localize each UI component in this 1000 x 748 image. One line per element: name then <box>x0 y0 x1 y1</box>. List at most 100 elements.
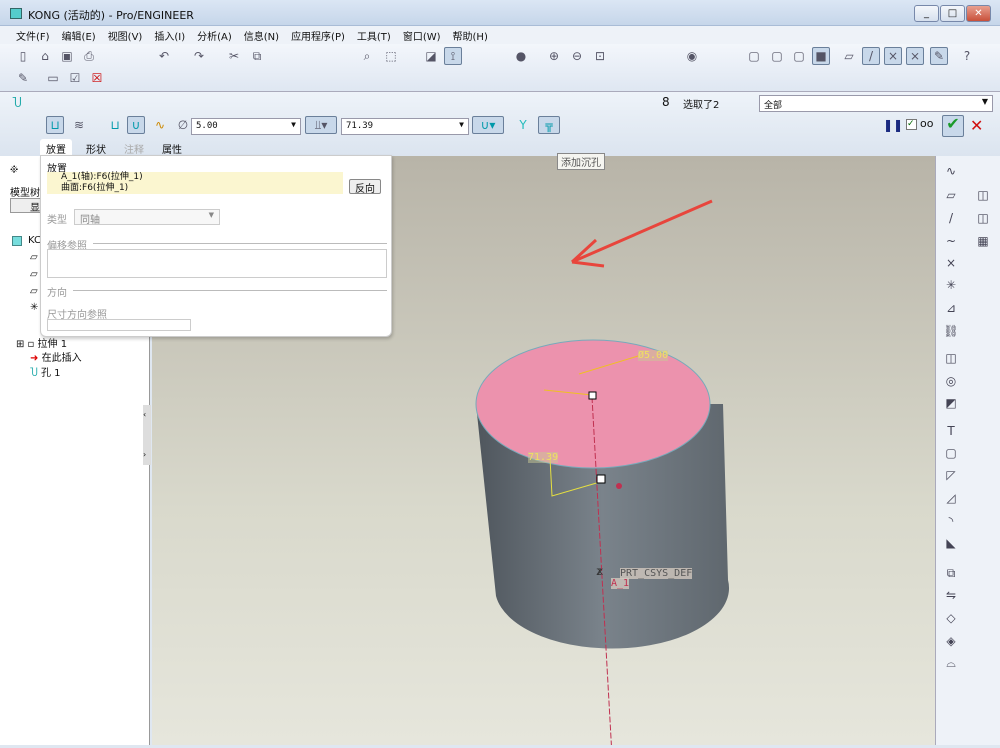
datum-point-display-icon[interactable]: × <box>884 47 902 65</box>
menu-edit[interactable]: 编辑(E) <box>56 26 102 44</box>
menu-applications[interactable]: 应用程序(P) <box>285 26 351 44</box>
depth-dimension[interactable]: 71.39 <box>528 452 559 463</box>
depth-input[interactable]: 71.39 ▼ <box>341 118 469 135</box>
repaint-icon[interactable]: ◪ <box>422 47 440 65</box>
drill-tip-button[interactable]: ∪▾ <box>472 116 504 134</box>
find-icon[interactable]: ⌕ <box>358 47 376 65</box>
datum-plane-icon[interactable]: ▱ <box>30 286 38 297</box>
drag-handle[interactable] <box>596 474 606 484</box>
draft-icon[interactable]: ◿ <box>942 491 960 509</box>
chain-icon[interactable]: ⛓ <box>942 324 960 342</box>
offset-refs-collector[interactable] <box>47 249 387 278</box>
glasses-icon[interactable]: oo <box>920 117 933 130</box>
pause-icon[interactable]: ❚❚ <box>883 118 903 132</box>
refit-icon[interactable]: ⊡ <box>591 47 609 65</box>
plane-icon[interactable]: ▱ <box>942 188 960 206</box>
wireframe-icon[interactable]: ▢ <box>745 47 763 65</box>
flip-button[interactable]: 反向 <box>349 179 381 195</box>
shell-icon[interactable]: ▢ <box>942 446 960 464</box>
extrude-icon[interactable]: ◫ <box>942 351 960 369</box>
tree-item-hole[interactable]: Ⴎ 孔 1 <box>30 364 61 379</box>
edit-icon[interactable]: ✎ <box>14 69 32 87</box>
grid-icon[interactable]: ▦ <box>974 234 992 252</box>
copy-icon[interactable]: ⧉ <box>248 47 266 65</box>
sketch-icon[interactable]: ∿ <box>942 164 960 182</box>
curve-icon[interactable]: ~ <box>942 234 960 252</box>
datum-plane-icon[interactable]: ▱ <box>30 269 38 280</box>
tree-item-extrude[interactable]: ⊞ ▫ 拉伸 1 <box>16 335 67 350</box>
datum-plane-display-icon[interactable]: ▱ <box>840 47 858 65</box>
offset-icon[interactable]: ⌓ <box>942 656 960 674</box>
new-icon[interactable]: ▯ <box>14 47 32 65</box>
spin-center-icon[interactable]: ⟟ <box>444 47 462 65</box>
panel-splitter[interactable]: ‹ › <box>143 405 151 465</box>
close-button[interactable]: ✕ <box>966 5 991 22</box>
plane-icon[interactable]: ◫ <box>974 188 992 206</box>
reference-item[interactable]: 曲面:F6(拉伸_1) <box>61 183 343 194</box>
open-icon[interactable]: ⌂ <box>36 47 54 65</box>
menu-view[interactable]: 视图(V) <box>102 26 149 44</box>
diameter-input[interactable]: 5.00 ▼ <box>191 118 301 135</box>
menu-analysis[interactable]: 分析(A) <box>191 26 238 44</box>
hidden-line-icon[interactable]: ▢ <box>768 47 786 65</box>
diameter-dimension[interactable]: Ø5.00 <box>638 350 669 361</box>
hole-icon[interactable]: T <box>942 424 960 442</box>
undo-icon[interactable]: ↶ <box>155 47 173 65</box>
depth-option-button[interactable]: ⫫▾ <box>305 116 337 134</box>
mirror-icon[interactable]: ⇋ <box>942 588 960 606</box>
select-box-icon[interactable]: ⬚ <box>382 47 400 65</box>
round-icon[interactable]: ◝ <box>942 514 960 532</box>
maximize-button[interactable]: □ <box>940 5 965 22</box>
axis-icon[interactable]: / <box>942 211 960 229</box>
context-help-icon[interactable]: ? <box>958 47 976 65</box>
zoom-in-icon[interactable]: ⊕ <box>545 47 563 65</box>
drag-handle[interactable] <box>588 391 597 400</box>
csys-icon[interactable]: ✳ <box>942 278 960 296</box>
point-icon[interactable]: × <box>942 256 960 274</box>
references-collector[interactable]: A_1(轴):F6(拉伸_1) 曲面:F6(拉伸_1) <box>47 172 343 194</box>
display-style-icon[interactable]: ◉ <box>683 47 701 65</box>
tree-item-insert-here[interactable]: ➜ 在此插入 <box>30 349 82 364</box>
annotation-display-icon[interactable]: ✎ <box>930 47 948 65</box>
filter-select[interactable]: 全部 ▼ <box>759 95 993 112</box>
revolve-icon[interactable]: ◎ <box>942 374 960 392</box>
standard-hole-icon[interactable]: ≋ <box>70 116 88 134</box>
print-icon[interactable]: ⎙ <box>80 47 98 65</box>
no-hidden-icon[interactable]: ▢ <box>790 47 808 65</box>
minimize-button[interactable]: _ <box>914 5 939 22</box>
cancel-x-icon[interactable]: ✕ <box>970 116 983 135</box>
dim-direction-collector[interactable] <box>47 319 191 331</box>
zoom-out-icon[interactable]: ⊖ <box>568 47 586 65</box>
copy-feature-icon[interactable]: ⧉ <box>942 566 960 584</box>
datum-plane-icon[interactable]: ▱ <box>30 252 38 263</box>
save-icon[interactable]: ▣ <box>58 47 76 65</box>
menu-file[interactable]: 文件(F) <box>10 26 56 44</box>
standard-profile-icon[interactable]: ∪ <box>127 116 145 134</box>
activate-window-icon[interactable]: ☑ <box>66 69 84 87</box>
axis-icon[interactable]: ◫ <box>974 211 992 229</box>
cut-icon[interactable]: ✂ <box>225 47 243 65</box>
model-tree-tab-icon[interactable]: ፠ <box>10 162 18 177</box>
rib-icon[interactable]: ◸ <box>942 468 960 486</box>
chamfer-icon[interactable]: ◣ <box>942 536 960 554</box>
menu-info[interactable]: 信息(N) <box>238 26 285 44</box>
ok-check-icon[interactable]: ✔ <box>942 115 964 137</box>
merge-icon[interactable]: ◇ <box>942 611 960 629</box>
menu-tools[interactable]: 工具(T) <box>351 26 397 44</box>
sweep-icon[interactable]: ◩ <box>942 396 960 414</box>
menu-window[interactable]: 窗口(W) <box>397 26 447 44</box>
simple-profile-icon[interactable]: ⊔ <box>106 116 124 134</box>
analysis-icon[interactable]: ⊿ <box>942 301 960 319</box>
countersink-icon[interactable]: Y <box>514 116 532 134</box>
csys-label[interactable]: PRT_CSYS_DEF <box>620 568 693 579</box>
redo-icon[interactable]: ↷ <box>190 47 208 65</box>
menu-help[interactable]: 帮助(H) <box>447 26 494 44</box>
preview-checkbox[interactable]: ✓ <box>906 119 917 130</box>
close-window-icon[interactable]: ☒ <box>88 69 106 87</box>
straight-hole-icon[interactable]: ⊔ <box>46 116 64 134</box>
shading-icon[interactable]: ■ <box>812 47 830 65</box>
csys-icon[interactable]: ✳ <box>30 302 38 313</box>
sketch-profile-icon[interactable]: ∿ <box>151 116 169 134</box>
type-select[interactable]: 同轴 ▼ <box>74 209 220 226</box>
menu-insert[interactable]: 插入(I) <box>148 26 191 44</box>
